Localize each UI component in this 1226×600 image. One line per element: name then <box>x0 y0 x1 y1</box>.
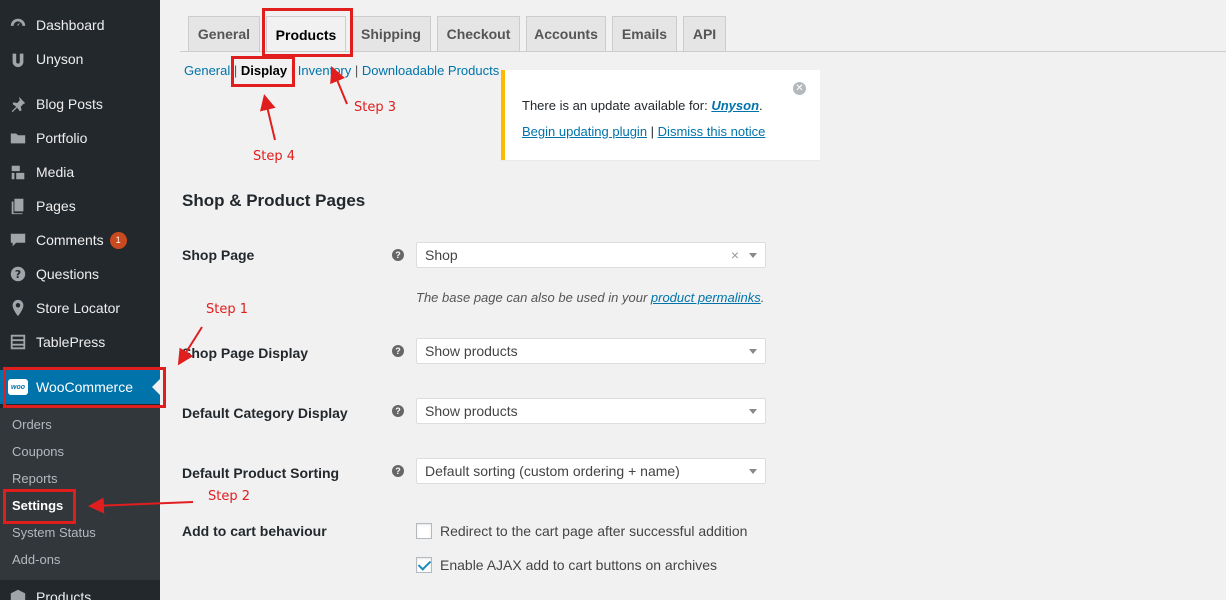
tab-shipping[interactable]: Shipping <box>351 16 431 51</box>
add-to-cart-label: Add to cart behaviour <box>182 523 327 539</box>
sidebar-item-label: Media <box>36 164 75 180</box>
begin-updating-link[interactable]: Begin updating plugin <box>522 124 647 139</box>
admin-sidebar: Dashboard Unyson Blog Posts Portfolio Me… <box>0 0 160 600</box>
step-4-label: Step 4 <box>253 149 296 164</box>
sidebar-item-blog-posts[interactable]: Blog Posts <box>0 87 160 121</box>
unyson-icon <box>8 49 28 69</box>
sidebar-item-store-locator[interactable]: Store Locator <box>0 291 160 325</box>
tab-emails[interactable]: Emails <box>612 16 677 51</box>
sidebar-item-products[interactable]: Products <box>0 580 160 600</box>
sidebar-item-label: Questions <box>36 266 100 282</box>
media-icon <box>8 162 28 182</box>
subsection-links: General | Display | Inventory | Download… <box>184 63 500 78</box>
sidebar-item-label: Portfolio <box>36 130 88 146</box>
folder-icon <box>8 128 28 148</box>
help-icon[interactable]: ? <box>392 345 404 357</box>
update-notice: There is an update available for: Unyson… <box>501 70 820 160</box>
shop-page-description: The base page can also be used in your p… <box>416 290 765 305</box>
sidebar-item-label: TablePress <box>36 334 106 350</box>
product-permalinks-link[interactable]: product permalinks <box>651 290 761 305</box>
tab-accounts[interactable]: Accounts <box>526 16 606 51</box>
sidebar-item-unyson[interactable]: Unyson <box>0 42 160 76</box>
tab-divider <box>180 51 1226 52</box>
shop-page-select[interactable]: Shop × <box>416 242 766 268</box>
clear-icon[interactable]: × <box>731 243 739 267</box>
sidebar-item-label: WooCommerce <box>36 379 133 395</box>
section-title: Shop & Product Pages <box>182 191 366 210</box>
shop-page-display-select[interactable]: Show products <box>416 338 766 364</box>
tab-general[interactable]: General <box>188 16 260 51</box>
subsection-downloadable-link[interactable]: Downloadable Products <box>362 63 499 78</box>
help-icon[interactable]: ? <box>392 465 404 477</box>
redirect-to-cart-option: Redirect to the cart page after successf… <box>416 523 747 539</box>
sidebar-item-label: Store Locator <box>36 300 121 316</box>
step-1-label: Step 1 <box>206 302 249 317</box>
notice-plugin-link[interactable]: Unyson <box>711 98 759 113</box>
sidebar-item-label: Blog Posts <box>36 96 103 112</box>
sidebar-item-media[interactable]: Media <box>0 155 160 189</box>
submenu-item-coupons[interactable]: Coupons <box>12 444 64 459</box>
woo-icon: woo <box>8 377 28 397</box>
default-category-display-label: Default Category Display <box>182 405 348 421</box>
step-4-arrow <box>259 94 276 141</box>
dashboard-icon <box>8 15 28 35</box>
ajax-add-to-cart-checkbox[interactable] <box>416 557 432 573</box>
comments-icon <box>8 230 28 250</box>
sidebar-item-comments[interactable]: Comments 1 <box>0 223 160 257</box>
products-icon <box>8 587 28 600</box>
sidebar-item-label: Products <box>36 589 92 600</box>
submenu-item-reports[interactable]: Reports <box>12 471 58 486</box>
sidebar-item-dashboard[interactable]: Dashboard <box>0 8 160 42</box>
tab-checkout[interactable]: Checkout <box>437 16 520 51</box>
shop-page-label: Shop Page <box>182 247 255 263</box>
step-2-label: Step 2 <box>208 489 251 504</box>
submenu-item-orders[interactable]: Orders <box>12 417 52 432</box>
subsection-inventory-link[interactable]: Inventory <box>298 63 351 78</box>
comments-count-badge: 1 <box>109 231 127 249</box>
tab-api[interactable]: API <box>683 16 726 51</box>
notice-text: There is an update available for: Unyson… <box>522 98 763 113</box>
woocommerce-submenu: Orders Coupons Reports Settings System S… <box>0 408 160 580</box>
question-icon: ? <box>8 264 28 284</box>
default-product-sorting-select[interactable]: Default sorting (custom ordering + name) <box>416 458 766 484</box>
svg-text:?: ? <box>15 268 21 281</box>
chevron-down-icon <box>749 349 757 354</box>
chevron-down-icon <box>749 409 757 414</box>
help-icon[interactable]: ? <box>392 405 404 417</box>
active-menu-arrow <box>152 379 160 395</box>
sidebar-item-questions[interactable]: ? Questions <box>0 257 160 291</box>
default-product-sorting-label: Default Product Sorting <box>182 465 340 481</box>
sidebar-item-pages[interactable]: Pages <box>0 189 160 223</box>
close-icon[interactable]: ✕ <box>793 82 806 95</box>
chevron-down-icon <box>749 469 757 474</box>
redirect-to-cart-checkbox[interactable] <box>416 523 432 539</box>
sidebar-item-label: Pages <box>36 198 76 214</box>
notice-actions: Begin updating plugin | Dismiss this not… <box>522 124 766 139</box>
sidebar-item-woocommerce[interactable]: woo WooCommerce <box>0 370 160 404</box>
sidebar-item-portfolio[interactable]: Portfolio <box>0 121 160 155</box>
dismiss-notice-link[interactable]: Dismiss this notice <box>658 124 766 139</box>
submenu-item-settings[interactable]: Settings <box>12 498 63 513</box>
subsection-display-link[interactable]: Display <box>241 63 287 78</box>
step-3-label: Step 3 <box>354 100 397 115</box>
table-icon <box>8 332 28 352</box>
tab-products[interactable]: Products <box>266 16 346 52</box>
sidebar-item-label: Unyson <box>36 51 84 67</box>
default-category-display-select[interactable]: Show products <box>416 398 766 424</box>
shop-page-display-label: Shop Page Display <box>182 345 309 361</box>
sidebar-item-label: Dashboard <box>36 17 105 33</box>
chevron-down-icon <box>749 253 757 258</box>
help-icon[interactable]: ? <box>392 249 404 261</box>
location-icon <box>8 298 28 318</box>
ajax-add-to-cart-option: Enable AJAX add to cart buttons on archi… <box>416 557 717 573</box>
submenu-item-add-ons[interactable]: Add-ons <box>12 552 60 567</box>
sidebar-item-tablepress[interactable]: TablePress <box>0 325 160 359</box>
sidebar-item-label: Comments <box>36 232 104 248</box>
pin-icon <box>8 94 28 114</box>
submenu-item-system-status[interactable]: System Status <box>12 525 96 540</box>
subsection-general-link[interactable]: General <box>184 63 230 78</box>
pages-icon <box>8 196 28 216</box>
